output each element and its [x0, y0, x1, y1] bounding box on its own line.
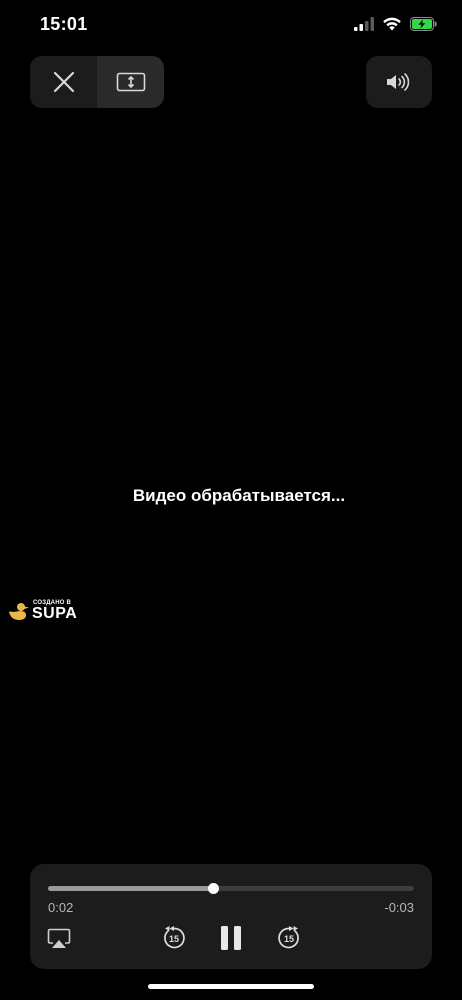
duck-icon [9, 603, 29, 620]
close-button[interactable] [30, 56, 97, 108]
wifi-icon [383, 17, 401, 31]
watermark-brand-text: SUPA [32, 605, 78, 622]
top-left-controls [30, 56, 164, 108]
home-indicator[interactable] [148, 984, 314, 989]
player-controls: 0:02 -0:03 15 15 [30, 864, 432, 969]
status-bar: 15:01 [0, 0, 462, 50]
close-icon [53, 71, 74, 93]
video-processing-message: Видео обрабатывается... [132, 486, 346, 505]
volume-button[interactable] [366, 56, 432, 108]
status-time: 15:01 [40, 14, 88, 34]
pause-icon [221, 926, 241, 950]
supa-watermark: СОЗДАНО В SUPA [8, 598, 77, 624]
status-icons [354, 16, 438, 31]
resize-vertical-icon [116, 72, 145, 92]
skip-forward-button[interactable]: 15 [275, 924, 303, 952]
skip-forward-label: 15 [284, 934, 294, 944]
airplay-button[interactable] [46, 926, 72, 952]
skip-forward-15-icon: 15 [278, 926, 299, 949]
battery-charging-icon [410, 16, 437, 31]
resize-button[interactable] [97, 56, 164, 108]
progress-bar[interactable] [48, 883, 414, 894]
skip-back-label: 15 [169, 934, 179, 944]
signal-icon [354, 16, 374, 31]
skip-back-button[interactable]: 15 [160, 924, 188, 952]
airplay-icon [47, 928, 71, 948]
progress-scrubber[interactable] [207, 883, 219, 894]
time-elapsed: 0:02 [48, 900, 74, 915]
time-remaining: -0:03 [384, 900, 414, 915]
pause-button[interactable] [217, 924, 245, 952]
progress-fill [48, 886, 213, 891]
speaker-volume-icon [387, 73, 410, 91]
skip-back-15-icon: 15 [164, 926, 185, 949]
